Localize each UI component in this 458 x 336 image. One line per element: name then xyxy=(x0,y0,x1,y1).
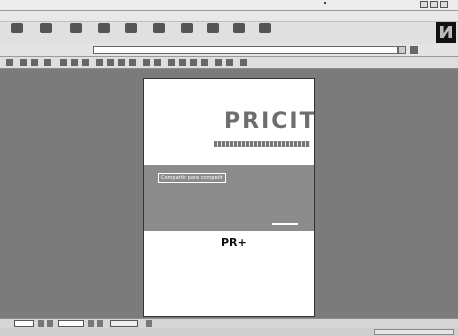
back-arrow-icon xyxy=(11,23,23,33)
navigation-toolbar xyxy=(0,22,458,45)
pdf-rotate-icon[interactable] xyxy=(215,59,222,66)
favorites-button[interactable] xyxy=(174,23,200,43)
pdf-email-icon[interactable] xyxy=(31,59,38,66)
pdf-print-icon[interactable] xyxy=(6,59,13,66)
pdf-find-icon[interactable] xyxy=(201,59,208,66)
document-band: Compartir para competir xyxy=(144,165,314,231)
document-band-note xyxy=(272,223,298,225)
mail-icon xyxy=(233,23,245,33)
home-button[interactable] xyxy=(118,23,144,43)
history-button[interactable] xyxy=(200,23,226,43)
zoom-level-field[interactable] xyxy=(14,320,34,327)
print-button[interactable] xyxy=(252,23,278,43)
pdf-go-back-icon[interactable] xyxy=(143,59,150,66)
home-icon xyxy=(125,23,137,33)
document-tagline: Compartir para competir xyxy=(158,173,226,183)
back-button[interactable] xyxy=(4,23,30,43)
pdf-search-icon[interactable] xyxy=(44,59,51,66)
pdf-go-forward-icon[interactable] xyxy=(154,59,161,66)
search-button[interactable] xyxy=(146,23,172,43)
pdf-actual-size-icon[interactable] xyxy=(168,59,175,66)
document-title: PRICIT xyxy=(224,109,315,134)
refresh-icon xyxy=(98,23,110,33)
pdf-options-icon[interactable] xyxy=(240,59,247,66)
url-dropdown-button[interactable] xyxy=(398,46,406,54)
pointer-dot xyxy=(324,2,326,4)
history-icon xyxy=(207,23,219,33)
pdf-navigation-bar xyxy=(0,318,458,328)
menu-bar xyxy=(0,11,458,21)
minimize-button[interactable] xyxy=(420,1,428,8)
pdf-save-icon[interactable] xyxy=(20,59,27,66)
stop-button[interactable] xyxy=(63,23,89,43)
nav-prev-page-icon[interactable] xyxy=(47,320,53,327)
nav-layout-icon[interactable] xyxy=(146,320,152,327)
pdf-prev-page-icon[interactable] xyxy=(107,59,114,66)
title-bar xyxy=(0,0,458,11)
page-size-field xyxy=(110,320,138,327)
search-icon xyxy=(153,23,165,33)
address-bar xyxy=(0,44,458,57)
nav-next-page-icon[interactable] xyxy=(88,320,94,327)
mail-button[interactable] xyxy=(226,23,252,43)
nav-last-page-icon[interactable] xyxy=(97,320,103,327)
forward-button[interactable] xyxy=(33,23,59,43)
pdf-hand-tool-icon[interactable] xyxy=(60,59,67,66)
pdf-zoom-in-icon[interactable] xyxy=(71,59,78,66)
pdf-next-page-icon[interactable] xyxy=(118,59,125,66)
favorites-icon xyxy=(181,23,193,33)
stop-icon xyxy=(70,23,82,33)
page-number-field[interactable] xyxy=(58,320,84,327)
browser-logo-icon xyxy=(436,22,456,43)
pdf-info-icon[interactable] xyxy=(226,59,233,66)
pdf-last-page-icon[interactable] xyxy=(129,59,136,66)
forward-arrow-icon xyxy=(40,23,52,33)
security-zone xyxy=(374,329,454,335)
pdf-toolbar xyxy=(0,57,458,69)
print-icon xyxy=(259,23,271,33)
maximize-button[interactable] xyxy=(430,1,438,8)
document-subtitle-blur xyxy=(214,141,310,147)
pdf-fit-page-icon[interactable] xyxy=(179,59,186,66)
close-button[interactable] xyxy=(440,1,448,8)
go-icon[interactable] xyxy=(410,46,418,54)
pdf-fit-width-icon[interactable] xyxy=(190,59,197,66)
browser-window: PRICIT Compartir para competir PR+ xyxy=(0,0,458,336)
url-input[interactable] xyxy=(93,46,398,54)
nav-first-page-icon[interactable] xyxy=(38,320,44,327)
pdf-page: PRICIT Compartir para competir PR+ xyxy=(143,78,315,317)
refresh-button[interactable] xyxy=(91,23,117,43)
document-logo: PR+ xyxy=(221,236,247,249)
pdf-select-text-icon[interactable] xyxy=(82,59,89,66)
pdf-first-page-icon[interactable] xyxy=(96,59,103,66)
status-bar xyxy=(0,328,458,336)
